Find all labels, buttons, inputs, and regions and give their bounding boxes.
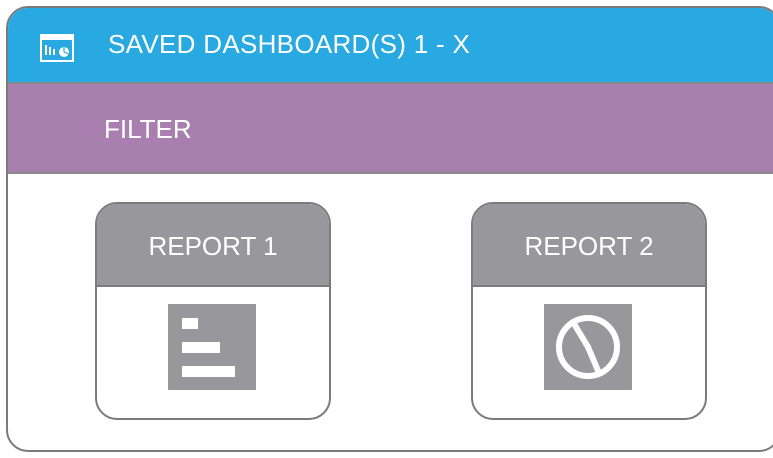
window-title: SAVED DASHBOARD(S) 1 - X [108, 29, 471, 59]
filter-label: FILTER [104, 114, 192, 144]
dashboard-window: SAVED DASHBOARD(S) 1 - X FILTER REPORT 1… [6, 6, 773, 452]
report-card-1[interactable]: REPORT 1 [95, 202, 331, 420]
report-title: REPORT 1 [148, 231, 278, 261]
report-card-header: REPORT 1 [97, 204, 329, 287]
dashboard-icon [40, 34, 74, 62]
bar-chart-icon [168, 304, 256, 390]
report-title: REPORT 2 [524, 231, 654, 261]
title-bar: SAVED DASHBOARD(S) 1 - X [8, 8, 773, 84]
pie-chart-icon [544, 304, 632, 390]
report-card-2[interactable]: REPORT 2 [471, 202, 707, 420]
filter-bar[interactable]: FILTER [8, 84, 773, 174]
report-card-header: REPORT 2 [473, 204, 705, 287]
